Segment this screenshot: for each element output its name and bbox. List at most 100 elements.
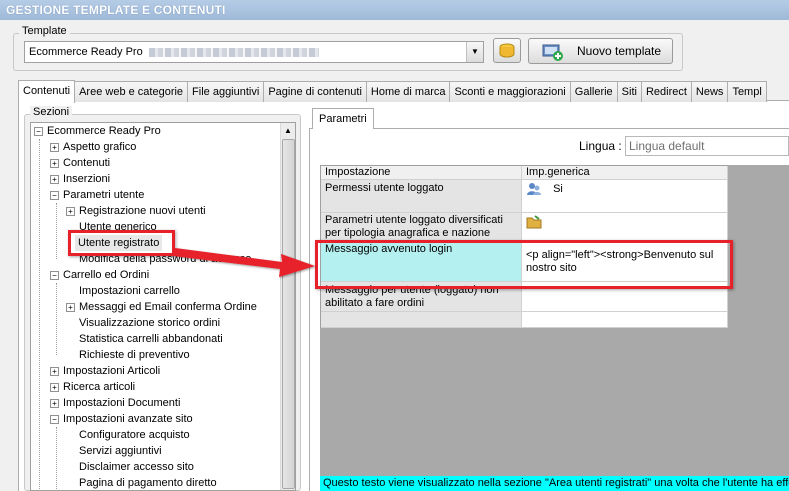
tab-redirect[interactable]: Redirect bbox=[640, 81, 692, 102]
minus-icon[interactable]: − bbox=[34, 126, 43, 136]
grid-cell-value[interactable] bbox=[522, 213, 728, 241]
tree-item-label: Ricerca articoli bbox=[63, 381, 136, 393]
tab-news[interactable]: News bbox=[690, 81, 729, 102]
tree-item-inserzioni[interactable]: + Inserzioni bbox=[50, 171, 110, 187]
lingua-label: Lingua : bbox=[579, 139, 622, 153]
grid-cell-setting[interactable] bbox=[321, 312, 522, 328]
open-template-button[interactable] bbox=[493, 38, 521, 63]
tab-pagine-contenuti[interactable]: Pagine di contenuti bbox=[263, 81, 367, 102]
tab-file-aggiuntivi[interactable]: File aggiuntivi bbox=[187, 81, 265, 102]
tree-item-storico-ordini[interactable]: Visualizzazione storico ordini bbox=[79, 315, 220, 331]
tree-guide bbox=[56, 203, 57, 259]
tree-item-label: Servizi aggiuntivi bbox=[79, 445, 162, 457]
tab-siti[interactable]: Siti bbox=[616, 81, 642, 102]
template-group-label: Template bbox=[19, 25, 70, 37]
plus-icon[interactable]: + bbox=[50, 398, 59, 408]
tree-guide bbox=[56, 427, 57, 490]
highlight-utente-registrato bbox=[68, 230, 175, 256]
tree-item-impostazioni-avanzate[interactable]: − Impostazioni avanzate sito bbox=[50, 411, 193, 427]
plus-icon[interactable]: + bbox=[50, 158, 59, 168]
minus-icon[interactable]: − bbox=[50, 414, 59, 424]
new-template-label: Nuovo template bbox=[577, 44, 662, 58]
plus-icon[interactable]: + bbox=[50, 174, 59, 184]
tree-item-configuratore[interactable]: Configuratore acquisto bbox=[79, 427, 190, 443]
grid-cell-value[interactable] bbox=[522, 312, 728, 328]
tab-sconti[interactable]: Sconti e maggiorazioni bbox=[449, 81, 571, 102]
window-title: GESTIONE TEMPLATE E CONTENUTI bbox=[0, 0, 789, 20]
help-text-bar: Questo testo viene visualizzato nella se… bbox=[320, 476, 789, 491]
tab-home-marca[interactable]: Home di marca bbox=[365, 81, 451, 102]
tree-item-pagamento-diretto[interactable]: Pagina di pagamento diretto bbox=[79, 475, 217, 490]
tree-guide bbox=[56, 283, 57, 355]
grid-empty-area-bottom bbox=[320, 328, 728, 476]
tree-item-label: Impostazioni avanzate sito bbox=[63, 413, 193, 425]
tree-item-aspetto-grafico[interactable]: + Aspetto grafico bbox=[50, 139, 136, 155]
tree-item-label: Richieste di preventivo bbox=[79, 349, 190, 361]
tree-item-root[interactable]: − Ecommerce Ready Pro bbox=[34, 123, 161, 139]
plus-icon[interactable]: + bbox=[50, 366, 59, 376]
tree-item-disclaimer[interactable]: Disclaimer accesso sito bbox=[79, 459, 194, 475]
grid-cell-setting[interactable]: Permessi utente loggato bbox=[321, 180, 522, 213]
tree-item-label: Carrello ed Ordini bbox=[63, 269, 150, 281]
new-template-button[interactable]: Nuovo template bbox=[528, 38, 673, 64]
tree-item-label: Ecommerce Ready Pro bbox=[47, 125, 161, 137]
chevron-up-icon[interactable]: ▲ bbox=[281, 123, 295, 138]
tab-parametri[interactable]: Parametri bbox=[312, 108, 374, 129]
tree-item-contenuti[interactable]: + Contenuti bbox=[50, 155, 110, 171]
tree-item-impostazioni-documenti[interactable]: + Impostazioni Documenti bbox=[50, 395, 180, 411]
redacted-text bbox=[148, 47, 319, 57]
tree-item-ricerca-articoli[interactable]: + Ricerca articoli bbox=[50, 379, 135, 395]
tree-item-parametri-utente[interactable]: − Parametri utente bbox=[50, 187, 144, 203]
tree-item-impostazioni-carrello[interactable]: Impostazioni carrello bbox=[79, 283, 180, 299]
tree-item-label: Contenuti bbox=[63, 157, 111, 169]
plus-icon[interactable]: + bbox=[66, 206, 75, 216]
database-icon bbox=[499, 43, 515, 58]
grid-cell-setting[interactable]: Parametri utente loggato diversificati p… bbox=[321, 213, 522, 241]
minus-icon[interactable]: − bbox=[50, 270, 59, 280]
column-header-impostazione[interactable]: Impostazione bbox=[321, 166, 522, 180]
tree-item-carrelli-abbandonati[interactable]: Statistica carrelli abbandonati bbox=[79, 331, 223, 347]
tree-item-label: Aspetto grafico bbox=[63, 141, 137, 153]
tree-item-impostazioni-articoli[interactable]: + Impostazioni Articoli bbox=[50, 363, 160, 379]
main-tabs: Contenuti Aree web e categorie File aggiun… bbox=[18, 79, 789, 103]
tree-item-servizi-aggiuntivi[interactable]: Servizi aggiuntivi bbox=[79, 443, 162, 459]
tab-aree-web[interactable]: Aree web e categorie bbox=[74, 81, 189, 102]
tree-item-label: Impostazioni Articoli bbox=[63, 365, 161, 377]
template-select[interactable]: Ecommerce Ready Pro ▼ bbox=[24, 41, 484, 63]
tree-item-messaggi-email[interactable]: + Messaggi ed Email conferma Ordine bbox=[66, 299, 257, 315]
sections-group-label: Sezioni bbox=[30, 106, 73, 118]
tree-item-registrazione[interactable]: + Registrazione nuovi utenti bbox=[66, 203, 206, 219]
tree-item-label: Registrazione nuovi utenti bbox=[79, 205, 206, 217]
grid-empty-area bbox=[728, 165, 789, 476]
tree-item-label: Pagina di pagamento diretto bbox=[79, 477, 217, 489]
tree-item-carrello-ordini[interactable]: − Carrello ed Ordini bbox=[50, 267, 149, 283]
plus-icon[interactable]: + bbox=[50, 382, 59, 392]
plus-icon[interactable]: + bbox=[66, 302, 75, 312]
column-header-imp-generica[interactable]: Imp.generica bbox=[522, 166, 728, 180]
tab-contenuti[interactable]: Contenuti bbox=[18, 80, 76, 103]
permessi-value: Si bbox=[553, 182, 563, 195]
tree-guide bbox=[39, 139, 40, 490]
chevron-down-icon[interactable]: ▼ bbox=[466, 42, 483, 62]
sections-tree[interactable]: − Ecommerce Ready Pro + Aspetto grafico + C… bbox=[30, 122, 296, 491]
lingua-select[interactable]: Lingua default bbox=[625, 136, 789, 156]
tree-item-label: Messaggi ed Email conferma Ordine bbox=[79, 301, 257, 313]
scrollbar-thumb[interactable] bbox=[282, 139, 295, 489]
tab-gallerie[interactable]: Gallerie bbox=[569, 81, 618, 102]
grid-cell-value[interactable]: Si bbox=[522, 180, 728, 213]
template-select-value: Ecommerce Ready Pro bbox=[29, 46, 143, 58]
minus-icon[interactable]: − bbox=[50, 190, 59, 200]
users-icon bbox=[527, 183, 541, 195]
lingua-select-value: Lingua default bbox=[629, 139, 705, 153]
tree-item-label: Impostazioni Documenti bbox=[63, 397, 181, 409]
tree-scrollbar[interactable]: ▲ bbox=[280, 123, 295, 490]
tree-item-label: Configuratore acquisto bbox=[79, 429, 190, 441]
tree-item-label: Inserzioni bbox=[63, 173, 111, 185]
tab-templ[interactable]: Templ bbox=[727, 81, 767, 102]
plus-icon[interactable]: + bbox=[50, 142, 59, 152]
tree-item-label: Visualizzazione storico ordini bbox=[79, 317, 221, 329]
tree-item-label: Disclaimer accesso sito bbox=[79, 461, 194, 473]
tree-item-preventivo[interactable]: Richieste di preventivo bbox=[79, 347, 190, 363]
tree-item-label: Impostazioni carrello bbox=[79, 285, 180, 297]
add-screen-icon bbox=[542, 44, 563, 61]
